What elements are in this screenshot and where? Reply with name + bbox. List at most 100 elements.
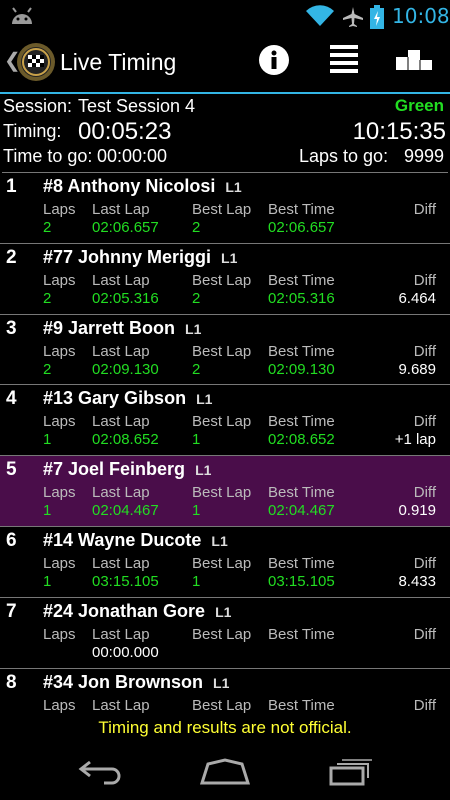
driver-name: #7 Joel Feinberg L1: [43, 459, 211, 480]
app-title: Live Timing: [60, 49, 177, 75]
best-lap-header: Best Lap: [192, 271, 252, 289]
position: 1: [6, 176, 17, 197]
diff-header: Diff: [413, 271, 436, 289]
class-badge: L1: [195, 462, 212, 479]
position: 3: [6, 317, 17, 339]
action-bar-divider: [0, 92, 450, 94]
laps-header: Laps: [43, 625, 76, 643]
action-bar: ❮ Live Timing: [0, 33, 450, 92]
laps-to-go-value: 9999: [403, 146, 444, 166]
diff-value: 9.689: [398, 360, 436, 378]
driver-label: #9 Jarrett Boon: [43, 317, 176, 338]
last-lap-value: 02:08.652: [92, 431, 159, 449]
laps-header: Laps: [43, 413, 76, 431]
session-clock: 10:15:35: [352, 118, 446, 145]
list-item[interactable]: 4 #13 Gary Gibson L1 Laps Last Lap Best L…: [0, 385, 450, 457]
best-lap-value: 1: [192, 502, 201, 520]
status-bar: 10:08: [0, 0, 450, 33]
session-header: Session: Test Session 4 Green Timing: 00…: [0, 95, 450, 170]
diff-value: 6.464: [398, 289, 436, 307]
session-name: Test Session 4: [78, 96, 196, 116]
class-badge: L1: [211, 532, 228, 549]
best-lap-value: 2: [192, 289, 201, 307]
last-lap-header: Last Lap: [92, 342, 150, 360]
back-icon[interactable]: [78, 758, 122, 786]
list-item[interactable]: 7 #24 Jonathan Gore L1 Laps Last Lap Best…: [0, 598, 450, 669]
best-time-header: Best Time: [268, 271, 335, 289]
wifi-icon: [306, 5, 334, 27]
class-badge: L1: [213, 674, 230, 691]
laps-header: Laps: [43, 271, 76, 289]
best-lap-value: 2: [192, 219, 201, 236]
laps-value: 1: [43, 502, 52, 520]
best-time-header: Best Time: [268, 484, 335, 502]
best-time-value: 02:04.467: [268, 502, 335, 520]
list-item[interactable]: 2 #77 Johnny Meriggi L1 Laps Last Lap Bes…: [0, 244, 450, 315]
last-lap-value: 02:09.130: [92, 360, 159, 378]
driver-label: #8 Anthony Nicolosi: [43, 176, 216, 196]
laps-header: Laps: [43, 201, 76, 218]
time-to-go-value: 00:00:00: [97, 146, 168, 166]
last-lap-value: 02:05.316: [92, 289, 159, 307]
best-time-header: Best Time: [268, 696, 335, 714]
laps-header: Laps: [43, 696, 76, 714]
driver-name: #8 Anthony Nicolosi L1: [43, 176, 242, 197]
last-lap-value: 03:15.105: [92, 572, 159, 590]
diff-header: Diff: [413, 554, 436, 572]
best-time-value: 02:05.316: [268, 289, 335, 307]
driver-name: #34 Jon Brownson L1: [43, 672, 229, 693]
battery-icon: [370, 5, 384, 29]
best-lap-header: Best Lap: [192, 696, 252, 714]
diff-header: Diff: [413, 201, 436, 218]
app-logo-icon[interactable]: [16, 42, 56, 82]
best-lap-header: Best Lap: [192, 625, 252, 643]
list-item[interactable]: 1 #8 Anthony Nicolosi L1 Laps Last Lap Be…: [0, 173, 450, 244]
list-item[interactable]: 6 #14 Wayne Ducote L1 Laps Last Lap Best …: [0, 527, 450, 598]
last-lap-header: Last Lap: [92, 271, 150, 289]
position: 8: [6, 671, 17, 693]
session-label: Session:: [3, 96, 73, 116]
position: 5: [6, 459, 17, 481]
home-icon[interactable]: [200, 758, 250, 786]
best-time-value: 02:06.657: [268, 219, 335, 236]
laps-value: 1: [43, 572, 52, 590]
last-lap-header: Last Lap: [92, 696, 150, 714]
status-clock: 10:08: [392, 4, 450, 28]
best-lap-header: Best Lap: [192, 554, 252, 572]
class-badge: L1: [185, 320, 202, 337]
driver-label: #24 Jonathan Gore: [43, 600, 206, 621]
diff-header: Diff: [413, 342, 436, 360]
driver-name: #14 Wayne Ducote L1: [43, 530, 228, 551]
class-badge: L1: [221, 249, 238, 266]
info-icon[interactable]: [258, 44, 290, 76]
android-icon: [12, 7, 32, 24]
list-icon[interactable]: [328, 43, 360, 77]
diff-value: +1 lap: [394, 431, 436, 449]
list-item[interactable]: 3 #9 Jarrett Boon L1 Laps Last Lap Best L…: [0, 315, 450, 386]
diff-header: Diff: [413, 484, 436, 502]
best-lap-value: 1: [192, 431, 201, 449]
best-time-header: Best Time: [268, 554, 335, 572]
best-time-value: 02:08.652: [268, 431, 335, 449]
position: 4: [6, 388, 17, 410]
best-lap-header: Best Lap: [192, 484, 252, 502]
results-list: 1 #8 Anthony Nicolosi L1 Laps Last Lap Be…: [0, 173, 450, 739]
diff-header: Diff: [413, 625, 436, 643]
last-lap-header: Last Lap: [92, 484, 150, 502]
podium-icon[interactable]: [396, 50, 432, 70]
list-item-selected[interactable]: 5 #7 Joel Feinberg L1 Laps Last Lap Best …: [0, 456, 450, 527]
class-badge: L1: [215, 603, 232, 620]
diff-header: Diff: [413, 413, 436, 431]
recents-icon[interactable]: [328, 758, 372, 786]
driver-label: #7 Joel Feinberg: [43, 459, 186, 480]
airplane-icon: [343, 7, 363, 27]
driver-label: #34 Jon Brownson: [43, 671, 204, 692]
last-lap-header: Last Lap: [92, 413, 150, 431]
flag-status: Green: [394, 96, 444, 115]
timing-value: 00:05:23: [78, 118, 172, 145]
driver-label: #13 Gary Gibson: [43, 388, 187, 409]
position: 6: [6, 529, 17, 551]
last-lap-value: 02:06.657: [92, 219, 159, 236]
last-lap-header: Last Lap: [92, 554, 150, 572]
position: 7: [6, 600, 17, 622]
